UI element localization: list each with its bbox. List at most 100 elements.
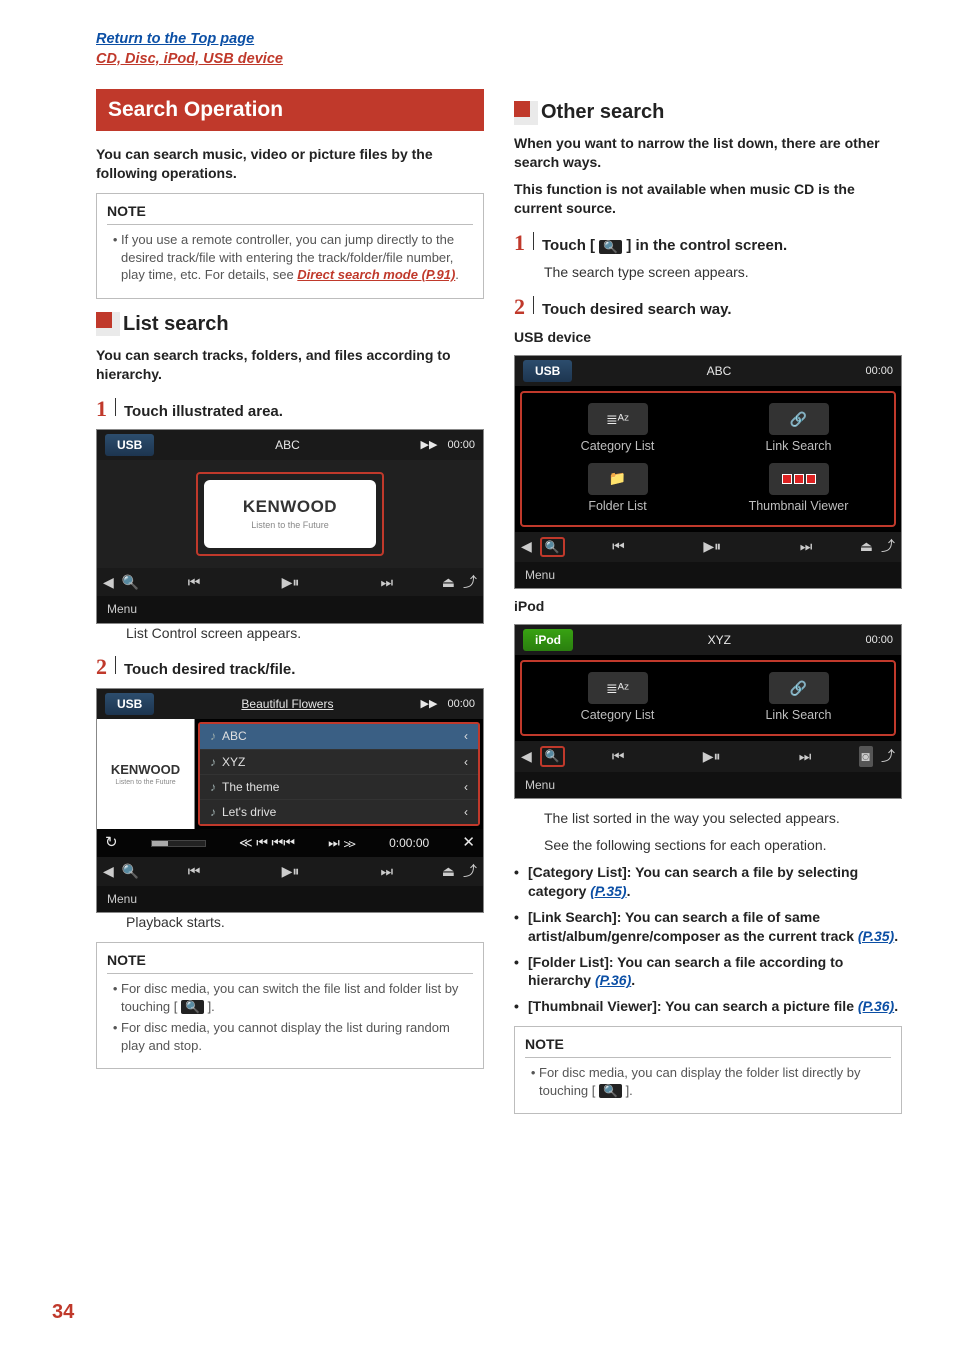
usb-tab: USB bbox=[105, 434, 154, 456]
step-text: Touch illustrated area. bbox=[124, 402, 283, 422]
nav-prev-icons: ≪ ⏮ ⏮⏮ bbox=[239, 834, 295, 852]
play-pause-icon: ▶⏸ bbox=[282, 862, 300, 881]
page-link[interactable]: (P.35) bbox=[590, 883, 626, 899]
search-icon: 🔍 bbox=[599, 240, 622, 254]
screenshot-ipod-search: iPod XYZ 00:00 ≣ᴬᶻ Category List 🔗 Link … bbox=[514, 624, 902, 799]
screenshot-step1: USB ABC ▶▶ 00:00 KENWOOD Listen to the F… bbox=[96, 429, 484, 623]
step-number: 1 bbox=[96, 394, 107, 424]
menu-label: Menu bbox=[515, 562, 901, 588]
step-divider bbox=[115, 656, 116, 674]
highlighted-track-list[interactable]: ♪ABC‹ ♪XYZ‹ ♪The theme‹ ♪Let's drive‹ bbox=[198, 722, 480, 826]
highlighted-area[interactable]: KENWOOD Listen to the Future bbox=[196, 472, 384, 555]
progress-bar bbox=[151, 840, 206, 847]
right-step-1: 1 Touch [ 🔍 ] in the control screen. bbox=[514, 228, 902, 258]
return-top-link[interactable]: Return to the Top page bbox=[96, 30, 902, 50]
ipod-label: iPod bbox=[514, 597, 902, 616]
skip-prev-icon: ⏮ bbox=[188, 862, 201, 881]
tile-folder-list[interactable]: 📁 Folder List bbox=[532, 463, 703, 515]
page-link[interactable]: (P.36) bbox=[858, 998, 894, 1014]
search-icon: 🔍 bbox=[122, 573, 139, 592]
step-divider bbox=[533, 232, 534, 250]
kenwood-logo: KENWOOD bbox=[214, 496, 366, 519]
category-list-icon: ≣ᴬᶻ bbox=[588, 672, 648, 704]
tile-category-list[interactable]: ≣ᴬᶻ Category List bbox=[532, 403, 703, 455]
track-title: ABC bbox=[154, 437, 420, 453]
elapsed-time: 0:00:00 bbox=[389, 835, 429, 851]
step2-result: Playback starts. bbox=[126, 913, 484, 932]
note-item: For disc media, you can switch the file … bbox=[121, 980, 473, 1015]
skip-next-icon: ⏭ bbox=[799, 747, 812, 766]
step-number: 1 bbox=[514, 228, 525, 258]
time-text: 00:00 bbox=[447, 697, 475, 712]
direct-search-link[interactable]: Direct search mode (P.91) bbox=[297, 267, 455, 282]
play-pause-icon: ▶⏸ bbox=[282, 573, 300, 592]
list-item[interactable]: ♪Let's drive‹ bbox=[200, 800, 478, 824]
corner-icon: ⤴ bbox=[463, 862, 477, 881]
play-pause-icon: ▶⏸ bbox=[703, 747, 721, 766]
list-search-intro: You can search tracks, folders, and file… bbox=[96, 346, 484, 384]
note-box-2: NOTE For disc media, you can switch the … bbox=[96, 942, 484, 1069]
step-1: 1 Touch illustrated area. bbox=[96, 394, 484, 424]
tile-thumbnail-viewer[interactable]: Thumbnail Viewer bbox=[713, 463, 884, 515]
link-search-icon: 🔗 bbox=[769, 403, 829, 435]
file-icon: ♪ bbox=[210, 805, 216, 819]
kenwood-tagline: Listen to the Future bbox=[115, 778, 175, 787]
track-indicator-icon: ◙ bbox=[859, 746, 873, 767]
usb-tab: USB bbox=[105, 693, 154, 715]
breadcrumb-link[interactable]: CD, Disc, iPod, USB device bbox=[96, 50, 902, 70]
next-icon: ▶▶ bbox=[421, 697, 438, 712]
tile-link-search[interactable]: 🔗 Link Search bbox=[713, 672, 884, 724]
list-item[interactable]: ♪XYZ‹ bbox=[200, 750, 478, 775]
album-art: KENWOOD Listen to the Future bbox=[204, 480, 376, 547]
back-icon: ◀ bbox=[521, 747, 532, 766]
list-item[interactable]: ♪ABC‹ bbox=[200, 724, 478, 749]
list-search-title: List search bbox=[123, 311, 229, 338]
page-link[interactable]: (P.36) bbox=[595, 972, 631, 988]
step-text: Touch desired track/file. bbox=[124, 660, 295, 680]
other-search-intro2: This function is not available when musi… bbox=[514, 180, 902, 218]
corner-icon: ⤴ bbox=[881, 747, 895, 766]
other-search-intro1: When you want to narrow the list down, t… bbox=[514, 134, 902, 172]
back-icon: ◀ bbox=[103, 573, 114, 592]
eject-icon: ⏏ bbox=[442, 573, 455, 592]
note-title: NOTE bbox=[525, 1035, 891, 1058]
top-nav: Return to the Top page CD, Disc, iPod, U… bbox=[96, 30, 902, 69]
note-box-1: NOTE If you use a remote controller, you… bbox=[96, 193, 484, 299]
skip-next-icon: ⏭ bbox=[381, 573, 394, 592]
eject-icon: ⏏ bbox=[860, 537, 873, 556]
note-item: For disc media, you cannot display the l… bbox=[121, 1019, 473, 1054]
corner-icon: ⤴ bbox=[463, 573, 477, 592]
step-text: Touch desired search way. bbox=[542, 300, 732, 320]
heading-square-icon bbox=[514, 101, 538, 125]
screenshot-step2: USB Beautiful Flowers ▶▶ 00:00 KENWOOD L… bbox=[96, 688, 484, 913]
tile-category-list[interactable]: ≣ᴬᶻ Category List bbox=[532, 672, 703, 724]
highlighted-search-options[interactable]: ≣ᴬᶻ Category List 🔗 Link Search 📁 Folder… bbox=[520, 391, 896, 527]
right-column: Other search When you want to narrow the… bbox=[514, 89, 902, 1126]
menu-label: Menu bbox=[515, 772, 901, 798]
file-icon: ♪ bbox=[210, 780, 216, 794]
ipod-tab: iPod bbox=[523, 629, 573, 651]
nav-next-icons: ⏭ ≫ bbox=[328, 834, 356, 852]
track-title: Beautiful Flowers bbox=[154, 696, 420, 712]
list-item: [Folder List]: You can search a file acc… bbox=[514, 953, 902, 991]
list-item[interactable]: ♪The theme‹ bbox=[200, 775, 478, 800]
usb-device-label: USB device bbox=[514, 328, 902, 347]
list-search-heading: List search bbox=[96, 311, 484, 338]
track-title: ABC bbox=[572, 363, 865, 379]
time-text: 00:00 bbox=[865, 633, 893, 648]
skip-prev-icon: ⏮ bbox=[612, 537, 625, 556]
other-search-title: Other search bbox=[541, 99, 664, 126]
file-icon: ♪ bbox=[210, 729, 216, 743]
step-divider bbox=[533, 296, 534, 314]
note-box-3: NOTE For disc media, you can display the… bbox=[514, 1026, 902, 1114]
search-icon: 🔍 bbox=[599, 1084, 622, 1098]
highlighted-search-options[interactable]: ≣ᴬᶻ Category List 🔗 Link Search bbox=[520, 660, 896, 736]
step-divider bbox=[115, 398, 116, 416]
tile-link-search[interactable]: 🔗 Link Search bbox=[713, 403, 884, 455]
kenwood-logo: KENWOOD bbox=[111, 761, 180, 779]
step-text: Touch [ 🔍 ] in the control screen. bbox=[542, 236, 787, 256]
list-item: [Thumbnail Viewer]: You can search a pic… bbox=[514, 997, 902, 1016]
note-title: NOTE bbox=[107, 951, 473, 974]
page-link[interactable]: (P.35) bbox=[858, 928, 894, 944]
other-search-heading: Other search bbox=[514, 99, 902, 126]
